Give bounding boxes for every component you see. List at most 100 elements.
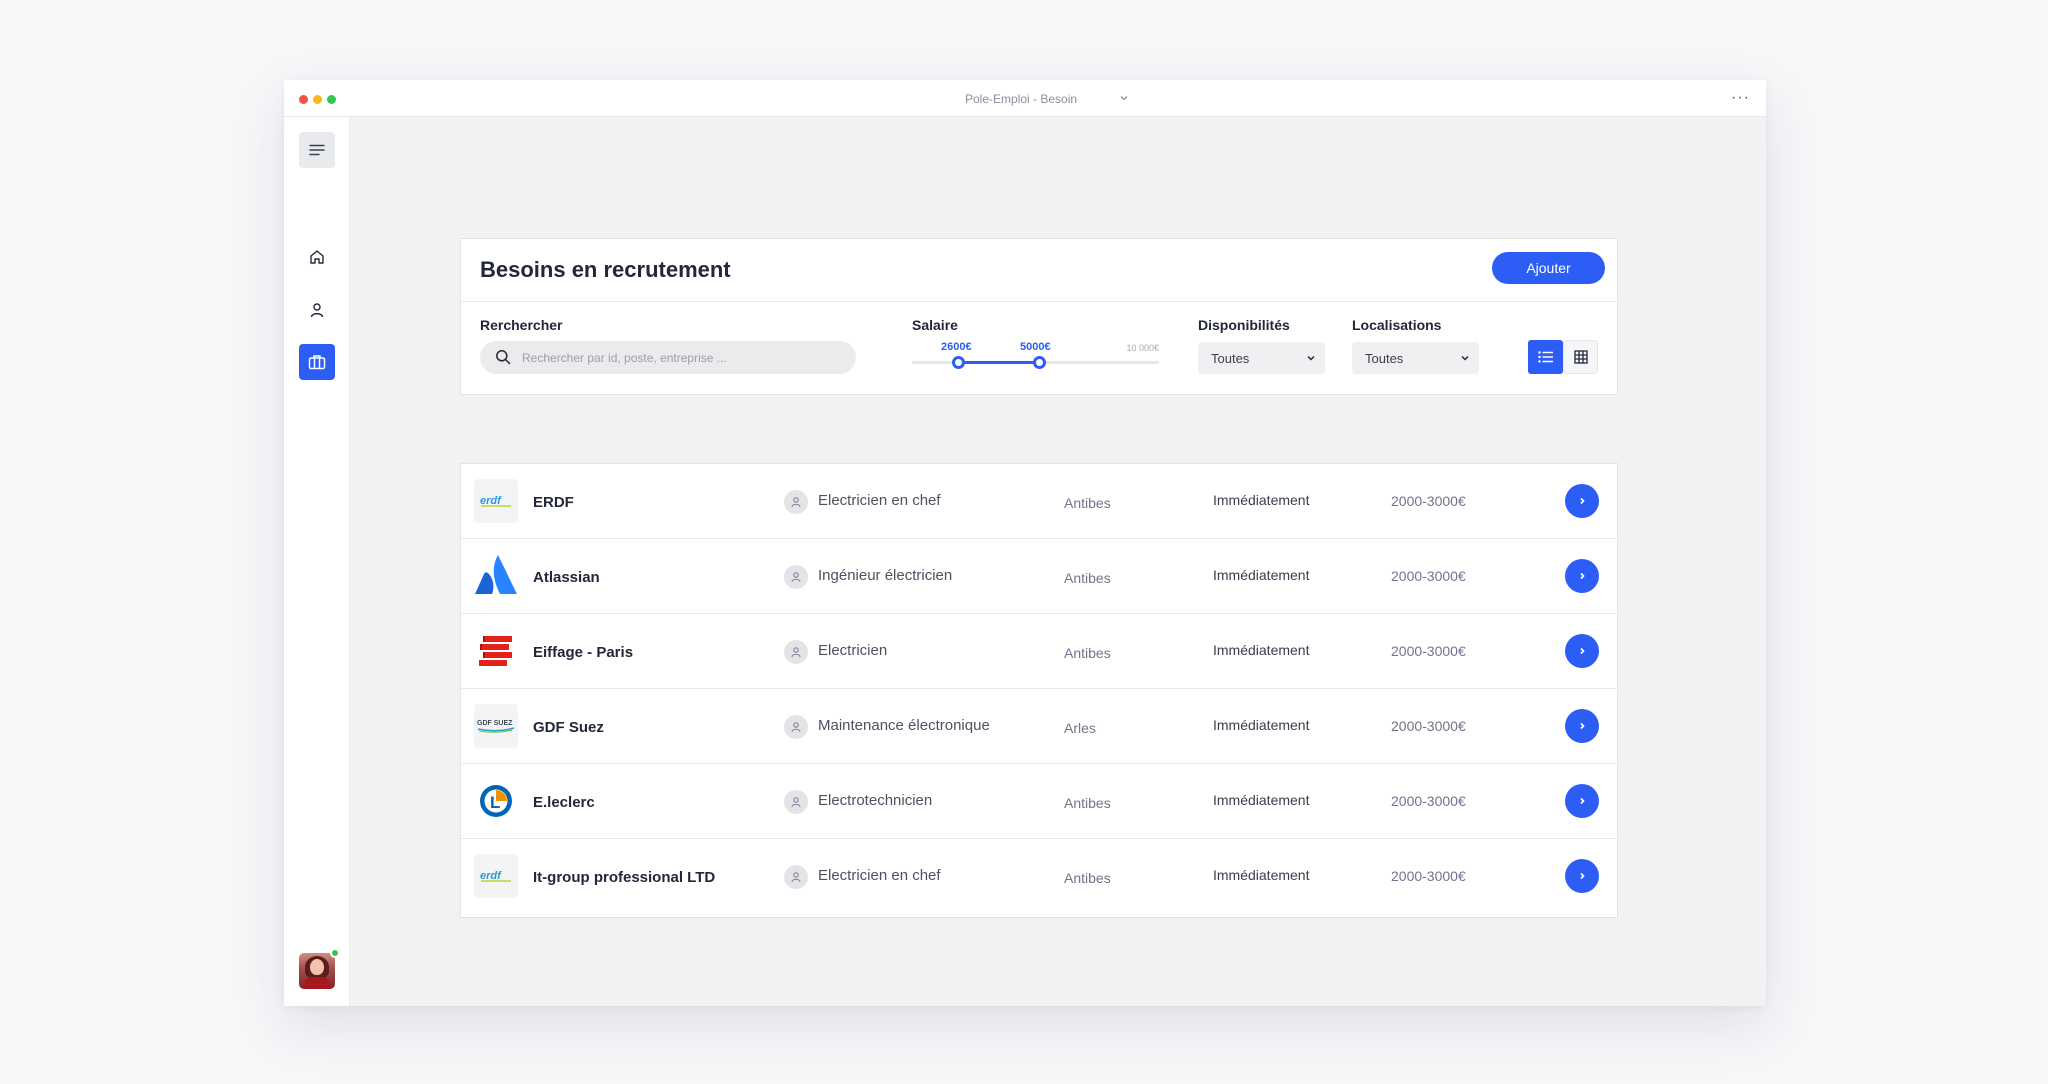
availability-select[interactable]: Toutes [1198,342,1325,374]
position-title: Electricien en chef [818,867,941,884]
open-detail-button[interactable] [1565,634,1599,668]
search-icon [496,350,511,365]
search-label: Rerchercher [480,317,563,333]
add-button[interactable]: Ajouter [1492,252,1605,284]
filters-panel: Besoins en recrutement Ajouter Rercherch… [460,238,1618,395]
company-name: GDF Suez [533,719,604,736]
table-row[interactable]: erdf ERDF Electricien en chef Antibes Im… [461,464,1617,539]
availability-text: Immédiatement [1213,867,1310,883]
avatar-body [303,977,331,989]
user-icon [310,303,324,318]
grid-view-toggle[interactable] [1563,340,1598,374]
salary-text: 2000-3000€ [1391,493,1466,509]
location-text: Antibes [1064,795,1111,811]
user-icon [784,715,808,739]
sidebar-item-needs[interactable] [299,344,335,380]
gdf-logo-text: GDF SUEZ [477,720,513,727]
user-icon [784,790,808,814]
salary-max-handle[interactable] [1033,356,1046,369]
panel-header: Besoins en recrutement Ajouter [461,239,1617,302]
location-text: Antibes [1064,870,1111,886]
briefcase-icon [308,355,326,370]
table-row[interactable]: Atlassian Ingénieur électricien Antibes … [461,539,1617,614]
salary-text: 2000-3000€ [1391,793,1466,809]
company-name: ERDF [533,494,574,511]
availability-label: Disponibilités [1198,317,1290,333]
minimize-window-button[interactable] [313,95,322,104]
erdf-logo: erdf [474,854,518,898]
eiffage-logo [474,629,518,673]
erdf-logo-text: erdf [480,495,502,507]
sidebar-item-profile[interactable] [299,292,335,328]
home-icon [310,250,324,264]
needs-table: erdf ERDF Electricien en chef Antibes Im… [460,463,1618,918]
open-detail-button[interactable] [1565,859,1599,893]
close-window-button[interactable] [299,95,308,104]
salary-min-handle[interactable] [952,356,965,369]
salary-text: 2000-3000€ [1391,568,1466,584]
open-detail-button[interactable] [1565,784,1599,818]
location-text: Antibes [1064,645,1111,661]
table-row[interactable]: GDF SUEZ GDF Suez Maintenance électroniq… [461,689,1617,764]
company-name: Eiffage - Paris [533,644,634,661]
location-select[interactable]: Toutes [1352,342,1479,374]
chevron-right-icon [1580,647,1585,655]
location-text: Antibes [1064,570,1111,586]
salary-text: 2000-3000€ [1391,868,1466,884]
window-title: Pole-Emploi - Besoin [965,92,1078,106]
search-field[interactable] [480,341,856,374]
leclerc-logo: L [474,779,518,823]
menu-icon [309,144,325,156]
chevron-down-icon [1307,355,1315,361]
position-title: Maintenance électronique [818,717,990,734]
open-detail-button[interactable] [1565,559,1599,593]
chevron-right-icon [1580,722,1585,730]
availability-text: Immédiatement [1213,567,1310,583]
user-icon [784,865,808,889]
online-status-indicator [330,948,340,958]
availability-text: Immédiatement [1213,642,1310,658]
user-icon [784,490,808,514]
availability-text: Immédiatement [1213,492,1310,508]
company-name: Atlassian [533,569,600,586]
salary-range-slider[interactable]: 2600€ 5000€ 10 000€ [912,339,1159,379]
table-row[interactable]: Eiffage - Paris Electricien Antibes Immé… [461,614,1617,689]
avatar[interactable] [299,948,340,989]
leclerc-logo-text: L [490,793,500,812]
position-title: Ingénieur électricien [818,567,953,584]
list-view-toggle[interactable] [1528,340,1563,374]
page-title: Besoins en recrutement [480,257,731,282]
gdf-suez-logo: GDF SUEZ [474,704,518,748]
chevron-down-icon[interactable] [1118,92,1130,104]
open-detail-button[interactable] [1565,484,1599,518]
menu-button[interactable] [299,132,335,168]
chevron-right-icon [1580,497,1585,505]
location-text: Arles [1064,720,1096,736]
sidebar [284,117,350,1006]
location-label: Localisations [1352,317,1442,333]
availability-text: Immédiatement [1213,717,1310,733]
sidebar-item-home[interactable] [299,239,335,275]
chevron-right-icon [1580,872,1585,880]
user-icon [784,565,808,589]
maximize-window-button[interactable] [327,95,336,104]
table-row[interactable]: L E.leclerc Electrotechnicien Antibes Im… [461,764,1617,839]
company-name: It-group professional LTD [533,869,716,886]
salary-text: 2000-3000€ [1391,718,1466,734]
erdf-logo: erdf [474,479,518,523]
user-icon [784,640,808,664]
location-text: Antibes [1064,495,1111,511]
search-input[interactable] [522,341,842,374]
erdf-logo-text: erdf [480,870,502,882]
position-title: Electrotechnicien [818,792,933,809]
open-detail-button[interactable] [1565,709,1599,743]
title-bar: Pole-Emploi - Besoin ··· [284,80,1766,117]
position-title: Electricien [818,642,888,659]
chevron-down-icon [1461,355,1469,361]
location-value: Toutes [1365,351,1404,366]
chevron-right-icon [1580,572,1585,580]
table-row[interactable]: erdf It-group professional LTD Electrici… [461,839,1617,914]
availability-text: Immédiatement [1213,792,1310,808]
position-title: Electricien en chef [818,492,941,509]
more-options-icon[interactable]: ··· [1731,90,1750,106]
